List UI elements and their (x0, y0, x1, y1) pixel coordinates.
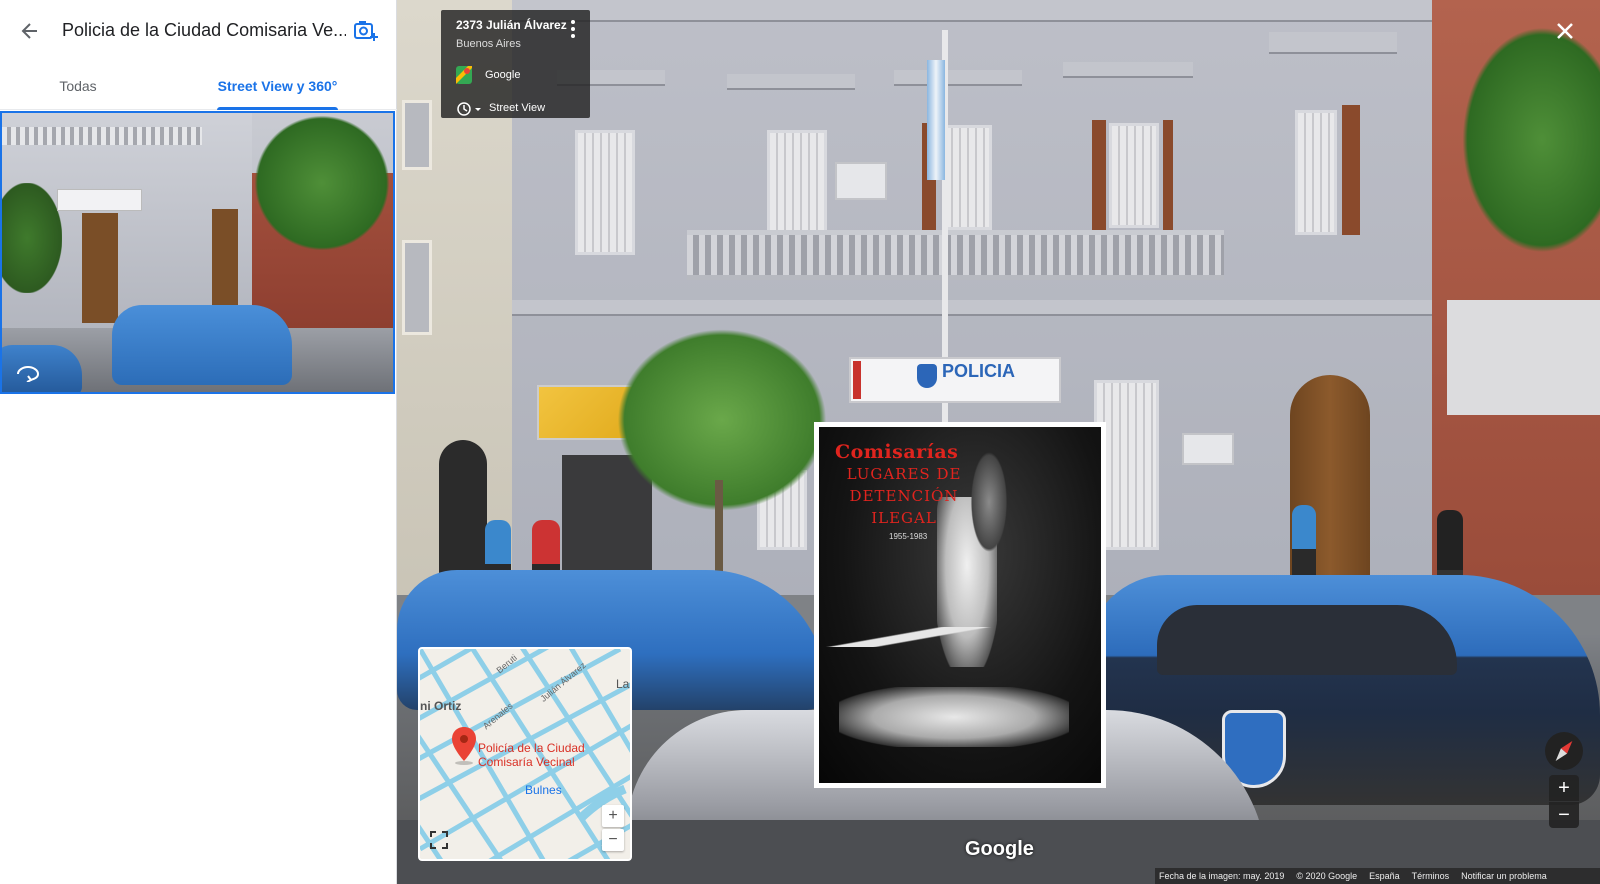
police-car-window (1157, 605, 1457, 675)
upper-window-2 (767, 130, 827, 235)
more-vert-icon[interactable] (565, 18, 581, 40)
thumb-tree-right (252, 113, 392, 253)
address-title: 2373 Julián Álvarez (456, 18, 567, 32)
google-logo: Google (965, 838, 1034, 860)
map-place-name-2: Comisaría Vecinal (478, 755, 575, 769)
fullscreen-icon[interactable] (428, 829, 450, 851)
arrow-left-icon (21, 23, 37, 39)
ac-unit-lower (1182, 433, 1234, 465)
thumb-door (82, 213, 118, 323)
argentine-flag (927, 60, 945, 180)
tab-street-view[interactable]: Street View y 360° (205, 62, 350, 110)
mini-map-zoom-in[interactable]: + (602, 805, 624, 827)
poster-figure-lying (839, 687, 1069, 747)
map-label-bulnes: Bulnes (525, 783, 562, 797)
thumb-door2 (212, 209, 238, 309)
zoom-out-button[interactable]: − (1549, 802, 1579, 828)
cornice (512, 0, 1532, 22)
tab-all[interactable]: Todas (18, 62, 138, 110)
back-button[interactable] (14, 17, 46, 45)
compass-button[interactable] (1545, 732, 1583, 770)
poster-image: Comisarías LUGARES DE DETENCIÓN ILEGAL 1… (819, 427, 1101, 783)
map-label-la: La (616, 677, 630, 691)
building-left-arch-door (439, 440, 487, 590)
mini-map[interactable]: ni Ortiz Bulnes Julián Álvarez Beruti Ar… (418, 647, 632, 861)
map-label-ortiz: ni Ortiz (420, 699, 462, 713)
upper-window-1 (575, 130, 635, 255)
thumb-tree-left (2, 183, 62, 293)
window-pediment-3 (894, 70, 1022, 86)
thumb-balcony (2, 127, 202, 145)
mini-map-zoom-out[interactable]: − (602, 829, 624, 851)
footer-bar: Fecha de la imagen: may. 2019 © 2020 Goo… (1155, 868, 1600, 884)
window-pediment-2 (727, 74, 855, 90)
footer-terms-link[interactable]: Términos (1412, 871, 1450, 881)
add-photo-icon (354, 21, 378, 41)
upper-window-3 (942, 125, 992, 230)
close-icon[interactable] (1552, 18, 1578, 44)
person-officer-2 (1292, 505, 1316, 585)
shutter-5 (1342, 105, 1360, 235)
address-card: 2373 Julián Álvarez Buenos Aires Google … (441, 10, 590, 118)
tab-active-indicator (217, 107, 338, 110)
tree-right (1457, 20, 1600, 260)
brick-building-white-wall (1447, 300, 1600, 415)
shutter-4b (1163, 120, 1173, 230)
google-maps-icon (456, 66, 472, 84)
footer-copyright: © 2020 Google (1296, 871, 1358, 881)
footer-country-link[interactable]: España (1369, 871, 1400, 881)
shutter-4a (1092, 120, 1106, 230)
add-photo-button[interactable] (350, 15, 382, 47)
street-view-thumbnail[interactable] (0, 111, 395, 394)
window-pediment-5 (1269, 32, 1397, 54)
panel-header: Policia de la Ciudad Comisaria Ve... (0, 0, 397, 62)
police-shield-icon (917, 364, 937, 388)
compass-icon (1555, 741, 1573, 761)
balcony (687, 230, 1224, 280)
building-left-window2 (402, 240, 432, 335)
poster-years: 1955-1983 (889, 532, 928, 541)
window-pediment-4 (1063, 62, 1193, 78)
poster-line-1: LUGARES DE (846, 465, 962, 483)
ac-unit-upper (835, 162, 887, 200)
building-left-window (402, 100, 432, 170)
poster-road-stripe (819, 627, 1101, 647)
tab-street-view-label: Street View y 360° (217, 78, 338, 94)
police-sign-red-stripe (853, 361, 861, 399)
history-street-view-label: Street View (489, 102, 546, 114)
rotate-360-icon (17, 365, 40, 382)
photo-tabs: Todas Street View y 360° (0, 62, 397, 110)
side-panel: Policia de la Ciudad Comisaria Ve... Tod… (0, 0, 397, 884)
poster-title: Comisarías (835, 441, 959, 463)
police-sign-text: POLICIA (942, 361, 1016, 381)
upper-window-4 (1109, 123, 1159, 228)
thumb-sign (57, 189, 142, 211)
zoom-in-button[interactable]: + (1549, 775, 1579, 801)
map-place-name-1: Policía de la Ciudad (478, 741, 585, 755)
street-view-app: Policia de la Ciudad Comisaria Ve... Tod… (0, 0, 1600, 884)
footer-report-link[interactable]: Notificar un problema (1461, 871, 1547, 881)
upper-window-5 (1295, 110, 1337, 235)
mid-cornice (512, 300, 1532, 316)
address-city: Buenos Aires (456, 38, 521, 50)
place-title: Policia de la Ciudad Comisaria Ve... (62, 20, 346, 40)
poster-line-3: ILEGAL (871, 509, 937, 527)
thumb-police-car (112, 305, 292, 385)
footer-image-date: Fecha de la imagen: may. 2019 (1159, 871, 1285, 881)
source-google: Google (485, 69, 521, 81)
comisarias-poster: Comisarías LUGARES DE DETENCIÓN ILEGAL 1… (814, 422, 1106, 788)
poster-line-2: DETENCIÓN (849, 487, 959, 505)
history-clock-icon[interactable] (456, 101, 484, 117)
map-pin-icon (452, 727, 476, 765)
